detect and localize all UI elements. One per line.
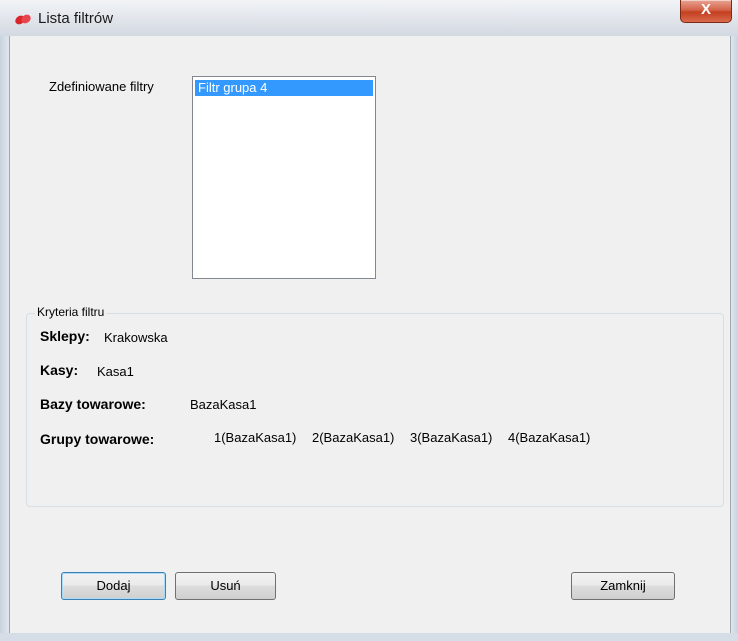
window-frame-left (0, 36, 9, 641)
registers-value: Kasa1 (97, 364, 134, 379)
shops-value: Krakowska (104, 330, 168, 345)
registers-label: Kasy: (40, 362, 79, 378)
add-button[interactable]: Dodaj (61, 572, 166, 600)
remove-button[interactable]: Usuń (175, 572, 276, 600)
databases-value: BazaKasa1 (190, 397, 257, 412)
groups-value-4: 4(BazaKasa1) (508, 430, 591, 445)
groups-value-1: 1(BazaKasa1) (214, 430, 297, 445)
window-frame-bottom (0, 633, 738, 641)
groups-label: Grupy towarowe: (40, 431, 155, 447)
window-close-button[interactable]: X (680, 0, 732, 23)
app-logo-icon (15, 14, 31, 25)
close-button[interactable]: Zamknij (571, 572, 675, 600)
list-item[interactable]: Filtr grupa 4 (195, 80, 373, 96)
groups-value-3: 3(BazaKasa1) (410, 430, 493, 445)
filters-listbox[interactable]: Filtr grupa 4 (192, 76, 376, 279)
close-icon: X (700, 1, 711, 18)
title-bar[interactable]: Lista filtrów X (0, 0, 738, 37)
filters-label: Zdefiniowane filtry (49, 79, 154, 94)
criteria-legend: Kryteria filtru (35, 305, 107, 319)
window-title: Lista filtrów (38, 10, 114, 27)
groups-value-2: 2(BazaKasa1) (312, 430, 395, 445)
window-frame-right (731, 36, 738, 641)
shops-label: Sklepy: (40, 328, 90, 344)
databases-label: Bazy towarowe: (40, 396, 146, 412)
